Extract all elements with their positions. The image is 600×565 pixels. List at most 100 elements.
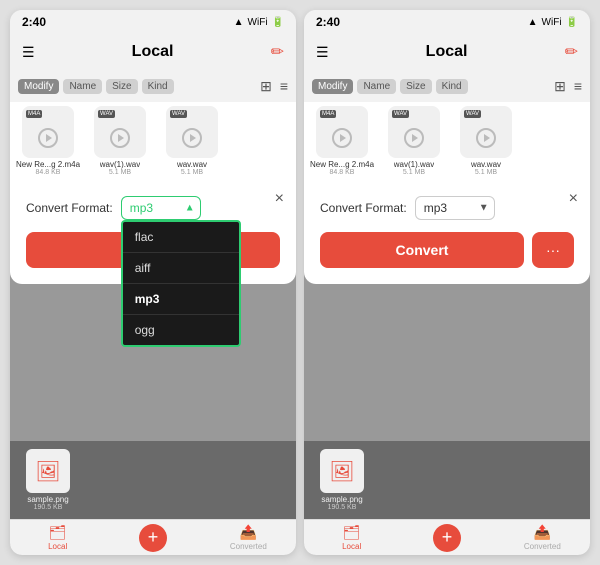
right-below-modal: 🖼 sample.png 190.5 KB — [304, 441, 590, 519]
left-file-badge-m4a: M4A — [26, 110, 42, 118]
left-format-row: Convert Format: mp3 flac aiff ogg ▲ flac — [26, 196, 280, 220]
left-modal-close[interactable]: × — [275, 190, 284, 208]
left-hamburger-icon[interactable]: ☰ — [22, 44, 35, 61]
left-nav-converted[interactable]: 📤 Converted — [201, 524, 296, 551]
left-below-file-name: sample.png — [27, 495, 68, 504]
left-dropdown-flac[interactable]: flac — [123, 222, 239, 253]
right-modal: × Convert Format: mp3 flac aiff ogg ▼ — [304, 180, 590, 284]
right-format-select[interactable]: mp3 flac aiff ogg — [415, 196, 495, 220]
left-format-select[interactable]: mp3 flac aiff ogg — [121, 196, 201, 220]
right-toolbar-modify[interactable]: Modify — [312, 79, 353, 94]
left-toolbar-size[interactable]: Size — [106, 79, 137, 94]
right-file-item-wav1[interactable]: WAV wav(1).wav 5.1 MB — [380, 106, 448, 176]
left-nav-add[interactable]: + — [105, 524, 200, 552]
left-file-icon-wav1: WAV — [94, 106, 146, 158]
right-file-grid: M4A New Re...g 2.m4a 84.8 KB WAV wav(1).… — [304, 102, 590, 180]
right-convert-button[interactable]: Convert — [320, 232, 524, 268]
right-below-file-item[interactable]: 🖼 sample.png 190.5 KB — [312, 449, 372, 511]
left-file-size-m4a: 84.8 KB — [36, 169, 61, 176]
left-file-icon-m4a: M4A — [22, 106, 74, 158]
left-toolbar-modify[interactable]: Modify — [18, 79, 59, 94]
left-nav-add-btn[interactable]: + — [139, 524, 167, 552]
right-status-icons: ▲ WiFi 🔋 — [528, 17, 578, 28]
left-dropdown-menu: flac aiff mp3 ogg — [121, 220, 241, 347]
left-grid-icon[interactable]: ⊞ — [260, 78, 272, 95]
left-below-file-size: 190.5 KB — [34, 504, 63, 511]
right-modal-area: × Convert Format: mp3 flac aiff ogg ▼ — [304, 180, 590, 555]
right-file-name-wav1: wav(1).wav — [394, 160, 434, 169]
left-file-badge-wav1: WAV — [98, 110, 115, 118]
right-more-button[interactable]: ··· — [532, 232, 574, 268]
right-format-select-wrapper: mp3 flac aiff ogg ▼ — [415, 196, 495, 220]
right-play-circle-wav2 — [476, 128, 496, 148]
left-file-name-wav1: wav(1).wav — [100, 160, 140, 169]
right-nav-local-icon: 🗂 — [343, 524, 361, 541]
right-file-badge-wav2: WAV — [464, 110, 481, 118]
left-file-name-wav2: wav.wav — [177, 160, 207, 169]
left-toolbar-kind[interactable]: Kind — [142, 79, 174, 94]
left-header-title: Local — [132, 43, 174, 61]
left-file-name-m4a: New Re...g 2.m4a — [16, 160, 80, 169]
left-file-icon-wav2: WAV — [166, 106, 218, 158]
right-btn-row: Convert ··· — [320, 232, 574, 268]
right-format-label: Convert Format: — [320, 201, 407, 215]
left-nav-converted-label: Converted — [230, 542, 267, 551]
right-modal-close[interactable]: × — [569, 190, 578, 208]
left-file-size-wav2: 5.1 MB — [181, 169, 203, 176]
right-nav-converted[interactable]: 📤 Converted — [495, 524, 590, 551]
right-file-name-m4a: New Re...g 2.m4a — [310, 160, 374, 169]
right-file-item-m4a[interactable]: M4A New Re...g 2.m4a 84.8 KB — [308, 106, 376, 176]
left-dropdown-ogg[interactable]: ogg — [123, 315, 239, 345]
right-header: ☰ Local ✏ — [304, 34, 590, 70]
right-play-circle-m4a — [332, 128, 352, 148]
right-file-name-wav2: wav.wav — [471, 160, 501, 169]
signal-icon: ▲ — [234, 17, 244, 28]
left-status-time: 2:40 — [22, 15, 46, 29]
left-file-item-wav2[interactable]: WAV wav.wav 5.1 MB — [158, 106, 226, 176]
right-file-badge-wav1: WAV — [392, 110, 409, 118]
left-toolbar: Modify Name Size Kind ⊞ ≡ — [10, 70, 296, 102]
right-nav-converted-icon: 📤 — [534, 524, 551, 541]
left-toolbar-name[interactable]: Name — [63, 79, 102, 94]
left-img-icon: 🖼 — [35, 459, 60, 484]
left-format-select-wrapper: mp3 flac aiff ogg ▲ flac aiff mp3 ogg — [121, 196, 201, 220]
right-file-icon-wav1: WAV — [388, 106, 440, 158]
left-dropdown-mp3[interactable]: mp3 — [123, 284, 239, 315]
right-file-item-wav2[interactable]: WAV wav.wav 5.1 MB — [452, 106, 520, 176]
right-toolbar-kind[interactable]: Kind — [436, 79, 468, 94]
right-below-file-icon: 🖼 — [320, 449, 364, 493]
right-toolbar-name[interactable]: Name — [357, 79, 396, 94]
left-file-item-m4a[interactable]: M4A New Re...g 2.m4a 84.8 KB — [14, 106, 82, 176]
right-file-badge-m4a: M4A — [320, 110, 336, 118]
left-nav-local[interactable]: 🗂 Local — [10, 524, 105, 551]
left-edit-icon[interactable]: ✏ — [271, 42, 284, 62]
right-edit-icon[interactable]: ✏ — [565, 42, 578, 62]
battery-icon: 🔋 — [272, 17, 284, 28]
left-list-icon[interactable]: ≡ — [280, 78, 288, 94]
left-below-modal: 🖼 sample.png 190.5 KB — [10, 441, 296, 519]
left-nav-local-icon: 🗂 — [49, 524, 67, 541]
right-nav-converted-label: Converted — [524, 542, 561, 551]
right-below-file-size: 190.5 KB — [328, 504, 357, 511]
left-below-file-item[interactable]: 🖼 sample.png 190.5 KB — [18, 449, 78, 511]
right-header-title: Local — [426, 43, 468, 61]
left-status-icons: ▲ WiFi 🔋 — [234, 17, 284, 28]
right-battery-icon: 🔋 — [566, 17, 578, 28]
right-wifi-icon: WiFi — [542, 17, 562, 28]
left-file-badge-wav2: WAV — [170, 110, 187, 118]
left-status-bar: 2:40 ▲ WiFi 🔋 — [10, 10, 296, 34]
right-status-bar: 2:40 ▲ WiFi 🔋 — [304, 10, 590, 34]
right-file-size-wav1: 5.1 MB — [403, 169, 425, 176]
right-list-icon[interactable]: ≡ — [574, 78, 582, 94]
right-grid-icon[interactable]: ⊞ — [554, 78, 566, 95]
left-play-circle-wav2 — [182, 128, 202, 148]
right-toolbar-size[interactable]: Size — [400, 79, 431, 94]
right-nav-add-btn[interactable]: + — [433, 524, 461, 552]
left-file-item-wav1[interactable]: WAV wav(1).wav 5.1 MB — [86, 106, 154, 176]
right-file-size-wav2: 5.1 MB — [475, 169, 497, 176]
right-nav-local[interactable]: 🗂 Local — [304, 524, 399, 551]
left-dropdown-aiff[interactable]: aiff — [123, 253, 239, 284]
right-nav-add[interactable]: + — [399, 524, 494, 552]
right-hamburger-icon[interactable]: ☰ — [316, 44, 329, 61]
left-below-file-icon: 🖼 — [26, 449, 70, 493]
